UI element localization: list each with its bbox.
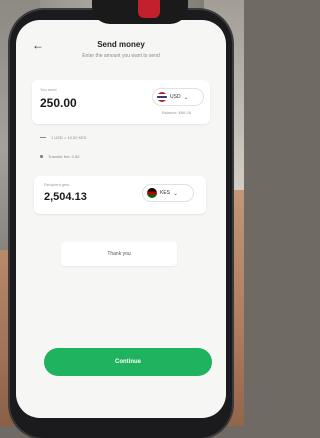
you-send-label: You send <box>40 87 57 92</box>
balance-text: Balance: $86.08 <box>162 110 191 115</box>
exchange-rate-text: 1 USD = 10.02 KES <box>51 135 87 140</box>
continue-button[interactable]: Continue <box>44 348 212 376</box>
chevron-down-icon: ⌄ <box>173 190 179 197</box>
red-tag <box>138 0 160 18</box>
recipient-gets-amount: 2,504.13 <box>44 191 87 203</box>
phone-screen: ← Send money Enter the amount you want t… <box>16 20 226 418</box>
you-send-card[interactable]: You send 250.00 USD ⌄ Balance: $86.08 <box>32 80 210 124</box>
fee-text: Transfer fee: 0.50 <box>48 154 80 159</box>
chevron-down-icon: ⌄ <box>183 94 189 101</box>
page-subtitle: Enter the amount you want to send <box>82 53 160 59</box>
bullet-icon <box>40 155 43 158</box>
dash-icon <box>40 137 46 138</box>
you-send-amount[interactable]: 250.00 <box>40 96 77 110</box>
kenya-flag-icon <box>147 188 157 198</box>
exchange-rate-row: 1 USD = 10.02 KES <box>40 135 86 140</box>
usa-flag-icon <box>157 92 167 102</box>
currency-select-kes[interactable]: KES ⌄ <box>142 184 194 202</box>
fee-row: Transfer fee: 0.50 <box>40 154 79 159</box>
usd-currency-code: USD <box>170 94 181 100</box>
page-title: Send money <box>97 40 145 49</box>
currency-select-usd[interactable]: USD ⌄ <box>152 88 204 106</box>
kes-currency-code: KES <box>160 190 171 196</box>
recipient-gets-card[interactable]: Recipient gets 2,504.13 KES ⌄ <box>34 176 206 214</box>
recipient-gets-label: Recipient gets <box>44 182 70 187</box>
thank-you-field[interactable]: Thank you <box>61 242 177 266</box>
foreground-object <box>92 0 188 24</box>
